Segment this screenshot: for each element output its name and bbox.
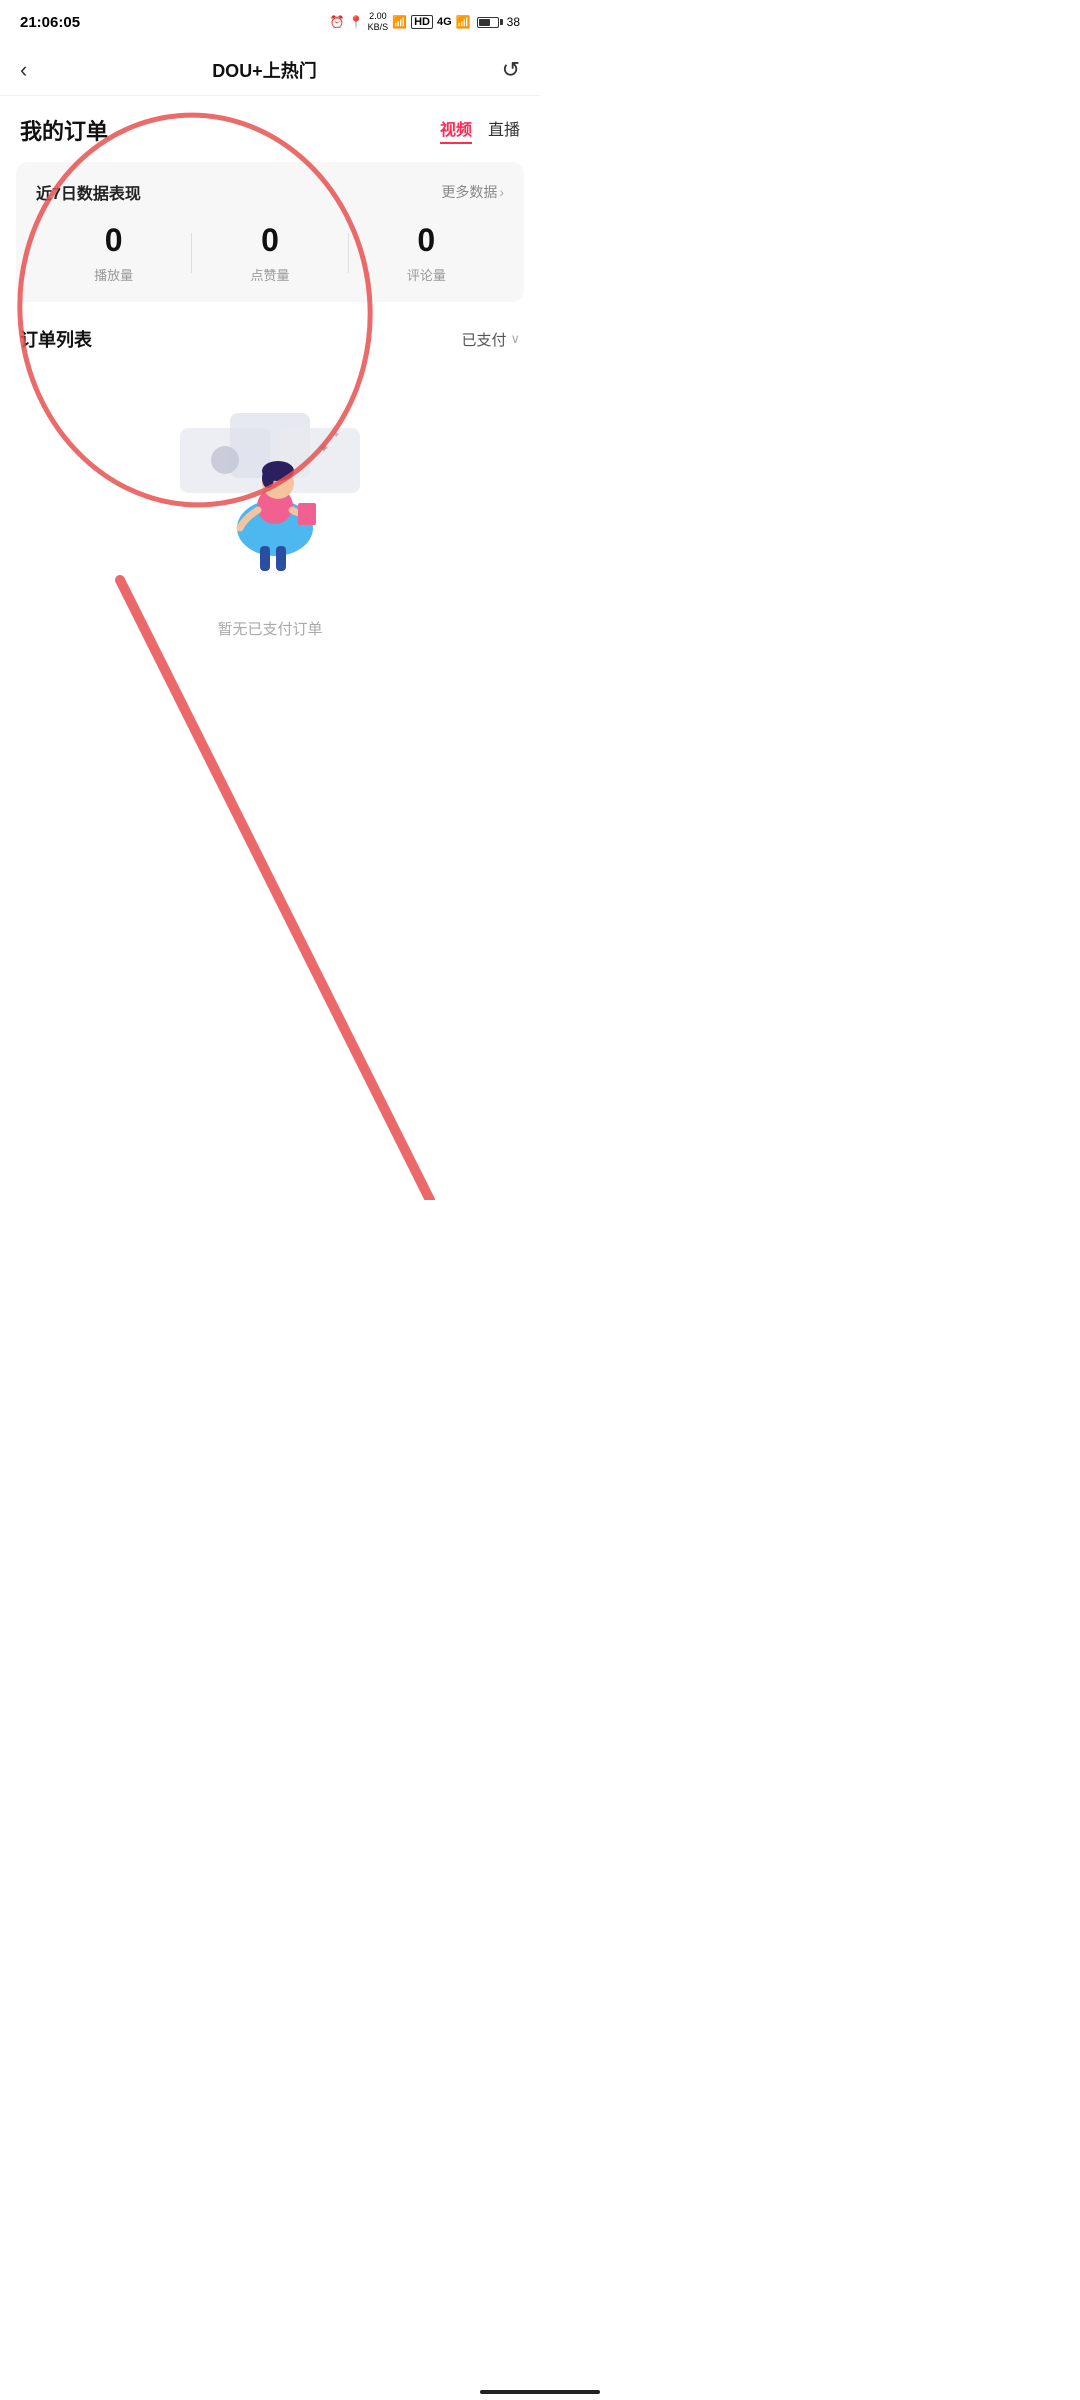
status-icons: ⏰ 📍 2.00KB/S 📶 HD 4G 📶 38 <box>330 11 520 33</box>
stat-likes: 0 点赞量 <box>192 222 347 284</box>
hd-icon: HD <box>411 15 433 29</box>
main-content: 我的订单 视频 直播 近7日数据表现 更多数据 › 0 播放量 0 点赞量 <box>0 96 540 699</box>
battery-level: 38 <box>507 15 520 29</box>
empty-illustration: ✦ ✦ <box>170 398 370 598</box>
location-icon: 📍 <box>349 15 364 29</box>
network-speed: 2.00KB/S <box>368 11 389 33</box>
order-header: 我的订单 视频 直播 <box>0 96 540 158</box>
tab-video[interactable]: 视频 <box>440 116 472 144</box>
chevron-right-icon: › <box>499 184 504 200</box>
plays-label: 播放量 <box>94 265 133 284</box>
page-title: DOU+上热门 <box>212 57 317 83</box>
nav-bar: ‹ DOU+上热门 ↺ <box>0 44 540 96</box>
order-list-title: 订单列表 <box>20 326 92 352</box>
home-indicator <box>0 2380 1080 2400</box>
data-card: 近7日数据表现 更多数据 › 0 播放量 0 点赞量 0 评论量 <box>16 162 524 302</box>
plays-value: 0 <box>105 222 123 259</box>
order-section-title: 我的订单 <box>20 114 108 146</box>
back-button[interactable]: ‹ <box>20 57 27 83</box>
empty-state-text: 暂无已支付订单 <box>217 618 322 639</box>
data-stats-row: 0 播放量 0 点赞量 0 评论量 <box>36 222 504 284</box>
status-bar: 21:06:05 ⏰ 📍 2.00KB/S 📶 HD 4G 📶 38 <box>0 0 540 44</box>
more-data-button[interactable]: 更多数据 › <box>441 182 504 202</box>
likes-value: 0 <box>261 222 279 259</box>
order-list-header: 订单列表 已支付 ∨ <box>0 318 540 368</box>
empty-state: ✦ ✦ 暂无已支付订单 <box>0 368 540 699</box>
likes-label: 点赞量 <box>250 265 289 284</box>
comments-label: 评论量 <box>407 265 446 284</box>
refresh-button[interactable]: ↺ <box>502 57 520 83</box>
tab-group: 视频 直播 <box>440 116 520 144</box>
order-filter-button[interactable]: 已支付 ∨ <box>461 329 520 350</box>
svg-text:✦: ✦ <box>332 430 340 441</box>
data-card-header: 近7日数据表现 更多数据 › <box>36 180 504 204</box>
home-bar <box>480 2390 600 2394</box>
svg-text:✦: ✦ <box>318 440 330 456</box>
stat-plays: 0 播放量 <box>36 222 191 284</box>
battery-icon <box>477 17 499 28</box>
stat-comments: 0 评论量 <box>349 222 504 284</box>
status-time: 21:06:05 <box>20 14 80 31</box>
filter-chevron-icon: ∨ <box>510 331 520 347</box>
data-card-title: 近7日数据表现 <box>36 180 141 204</box>
alarm-icon: ⏰ <box>330 15 345 29</box>
comments-value: 0 <box>417 222 435 259</box>
tab-live[interactable]: 直播 <box>488 116 520 144</box>
wifi-icon: 📶 <box>392 15 407 29</box>
signal-4g-icon: 4G <box>437 16 452 28</box>
signal-bars-icon: 📶 <box>456 15 471 29</box>
